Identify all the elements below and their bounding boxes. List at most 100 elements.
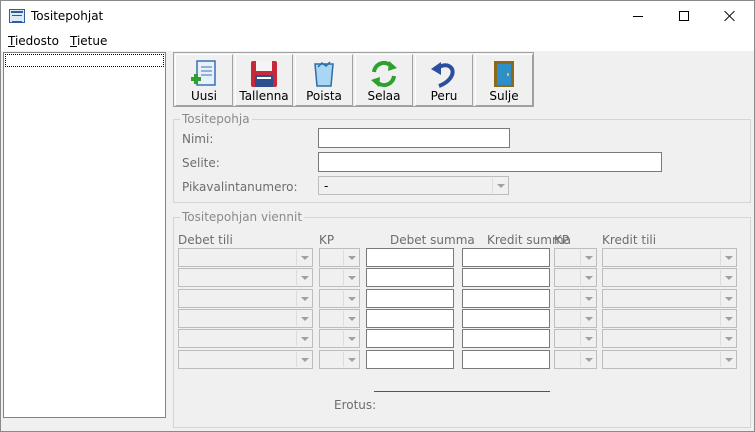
chevron-down-icon <box>343 270 358 286</box>
col-kp-kredit: KP <box>554 233 570 247</box>
chevron-down-icon <box>720 270 735 286</box>
credit-kp-select[interactable] <box>554 288 597 308</box>
col-debet-tili: Debet tili <box>178 233 233 247</box>
refresh-arrows-icon <box>371 60 397 88</box>
debet-account-select[interactable] <box>178 349 313 369</box>
debet-kp-select[interactable] <box>319 308 360 328</box>
close-button[interactable]: Sulje <box>475 54 533 106</box>
menu-bar: Tiedosto Tietue <box>1 32 754 51</box>
browse-button[interactable]: Selaa <box>355 54 413 106</box>
title-bar: Tositepohjat <box>1 1 754 32</box>
credit-amount-input[interactable] <box>462 248 550 267</box>
template-group-title: Tositepohja <box>180 112 252 126</box>
list-item[interactable] <box>5 54 164 67</box>
debet-kp-select[interactable] <box>319 248 360 267</box>
debet-kp-select[interactable] <box>319 268 360 288</box>
total-divider <box>374 391 550 392</box>
chevron-down-icon <box>580 270 595 286</box>
chevron-down-icon <box>720 250 735 265</box>
menu-tietue[interactable]: Tietue <box>70 34 107 48</box>
credit-account-select[interactable] <box>602 308 737 328</box>
credit-account-select[interactable] <box>602 329 737 349</box>
debet-amount-input[interactable] <box>366 349 454 369</box>
undo-button[interactable]: Peru <box>415 54 473 106</box>
new-button[interactable]: Uusi <box>175 54 233 106</box>
credit-amount-input[interactable] <box>462 329 550 349</box>
quick-number-label: Pikavalintanumero: <box>182 180 298 194</box>
chevron-down-icon <box>720 310 735 326</box>
chevron-down-icon <box>343 310 358 326</box>
chevron-down-icon <box>296 270 311 286</box>
chevron-down-icon <box>343 290 358 306</box>
delete-button-label: Poista <box>306 89 342 103</box>
minimize-icon <box>633 16 643 17</box>
chevron-down-icon <box>296 351 311 367</box>
credit-kp-select[interactable] <box>554 268 597 288</box>
save-button[interactable]: Tallenna <box>235 54 293 106</box>
debet-amount-input[interactable] <box>366 329 454 349</box>
debet-amount-input[interactable] <box>366 268 454 288</box>
debet-amount-input[interactable] <box>366 248 454 267</box>
description-input[interactable] <box>318 152 662 172</box>
main-window: Tositepohjat Tiedosto Tietue Uusi Tallen… <box>0 0 755 432</box>
chevron-down-icon <box>720 331 735 347</box>
col-kp-debet: KP <box>319 233 335 247</box>
debet-account-select[interactable] <box>178 329 313 349</box>
maximize-button[interactable] <box>661 1 707 32</box>
undo-arrow-icon <box>431 62 455 88</box>
browse-button-label: Selaa <box>367 89 401 103</box>
chevron-down-icon <box>343 331 358 347</box>
app-icon <box>9 9 25 23</box>
debet-amount-input[interactable] <box>366 308 454 328</box>
difference-label: Erotus: <box>334 398 377 412</box>
debet-account-select[interactable] <box>178 288 313 308</box>
credit-amount-input[interactable] <box>462 349 550 369</box>
trash-bin-icon <box>314 61 334 87</box>
credit-account-select[interactable] <box>602 349 737 369</box>
door-icon <box>494 61 514 87</box>
credit-account-select[interactable] <box>602 288 737 308</box>
new-button-label: Uusi <box>191 89 217 103</box>
close-icon <box>724 10 736 22</box>
chevron-down-icon <box>720 290 735 306</box>
window-title: Tositepohjat <box>31 9 104 23</box>
debet-account-select[interactable] <box>178 268 313 288</box>
credit-kp-select[interactable] <box>554 248 597 267</box>
debet-kp-select[interactable] <box>319 329 360 349</box>
name-label: Nimi: <box>182 132 214 146</box>
col-debet-summa: Debet summa <box>390 233 475 247</box>
new-document-icon <box>191 60 216 86</box>
quick-number-select[interactable]: - <box>318 176 509 195</box>
credit-account-select[interactable] <box>602 248 737 267</box>
credit-account-select[interactable] <box>602 268 737 288</box>
description-label: Selite: <box>182 156 220 170</box>
chevron-down-icon <box>343 250 358 265</box>
credit-amount-input[interactable] <box>462 268 550 288</box>
chevron-down-icon <box>492 178 507 193</box>
chevron-down-icon <box>296 290 311 306</box>
debet-kp-select[interactable] <box>319 349 360 369</box>
chevron-down-icon <box>580 310 595 326</box>
menu-tiedosto[interactable]: Tiedosto <box>8 34 59 48</box>
credit-kp-select[interactable] <box>554 329 597 349</box>
credit-kp-select[interactable] <box>554 349 597 369</box>
minimize-button[interactable] <box>615 1 661 32</box>
name-input[interactable] <box>318 128 510 148</box>
debet-account-select[interactable] <box>178 248 313 267</box>
debet-amount-input[interactable] <box>366 288 454 308</box>
close-button[interactable] <box>707 1 753 32</box>
save-button-label: Tallenna <box>239 89 289 103</box>
col-kredit-tili: Kredit tili <box>602 233 657 247</box>
credit-amount-input[interactable] <box>462 308 550 328</box>
credit-kp-select[interactable] <box>554 308 597 328</box>
chevron-down-icon <box>720 351 735 367</box>
floppy-disk-icon <box>251 61 277 87</box>
debet-account-select[interactable] <box>178 308 313 328</box>
quick-number-value: - <box>324 179 329 193</box>
template-list[interactable] <box>3 52 166 418</box>
chevron-down-icon <box>296 331 311 347</box>
credit-amount-input[interactable] <box>462 288 550 308</box>
chevron-down-icon <box>343 351 358 367</box>
delete-button[interactable]: Poista <box>295 54 353 106</box>
debet-kp-select[interactable] <box>319 288 360 308</box>
